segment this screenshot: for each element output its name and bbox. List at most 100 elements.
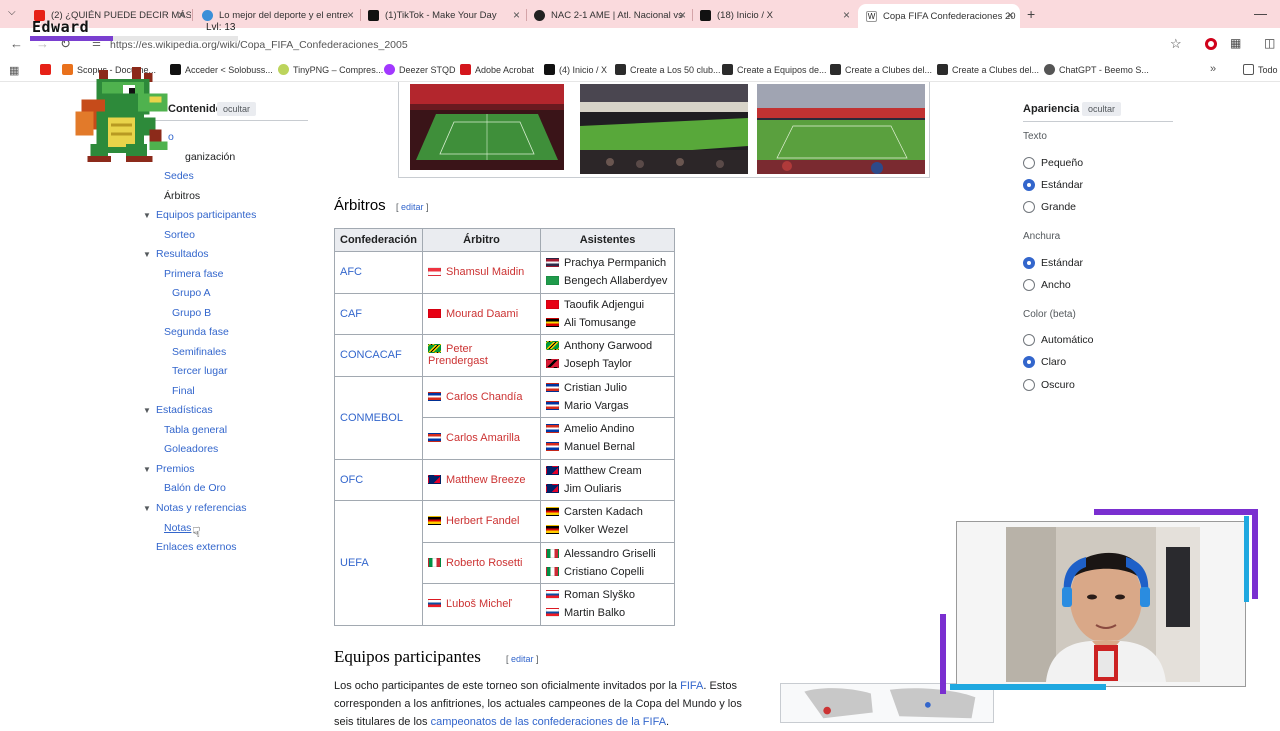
bookmark-create-1[interactable]: Create a Los 50 club...	[615, 64, 721, 75]
toc-item-resultados[interactable]: Resultados	[156, 248, 209, 260]
toc-item-balon-de-oro[interactable]: Balón de Oro	[164, 482, 226, 494]
edit-label[interactable]: editar	[511, 654, 534, 664]
radio-text-grande[interactable]: Grande	[1023, 200, 1076, 214]
side-panel-icon[interactable]: ◫	[1264, 36, 1275, 50]
assistant-name[interactable]: Bengech Allaberdyev	[564, 275, 667, 287]
referee-link[interactable]: Matthew Breeze	[446, 474, 525, 486]
toc-item-estadisticas[interactable]: Estadísticas	[156, 404, 213, 416]
radio-color-automatico[interactable]: Automático	[1023, 333, 1094, 347]
radio-dot[interactable]	[1023, 179, 1035, 191]
confederation-link[interactable]: CONCACAF	[340, 349, 402, 361]
toc-item-sedes[interactable]: Sedes	[164, 170, 194, 182]
new-tab-icon[interactable]: +	[1027, 6, 1035, 22]
edit-label[interactable]: editar	[401, 202, 424, 212]
stadium-image-3[interactable]	[757, 84, 925, 174]
confederation-link[interactable]: UEFA	[340, 557, 369, 569]
toc-item-sorteo[interactable]: Sorteo	[164, 229, 195, 241]
referee-link[interactable]: Carlos Amarilla	[446, 432, 520, 444]
toc-item-notas[interactable]: Notas	[164, 522, 191, 534]
chevron-down-icon[interactable]: ▼	[143, 465, 151, 474]
stadium-image-2[interactable]	[580, 84, 748, 174]
tab-nac[interactable]: NAC 2-1 AME | Atl. Nacional vs ×	[526, 4, 692, 26]
radio-dot[interactable]	[1023, 356, 1035, 368]
bookmark-deezer[interactable]: Deezer STQD	[384, 64, 456, 75]
edit-link-equipos[interactable]: [ editar ]	[506, 654, 539, 664]
assistant-name[interactable]: Joseph Taylor	[564, 358, 632, 370]
assistant-name[interactable]: Prachya Permpanich	[564, 257, 666, 269]
close-icon[interactable]: ×	[178, 8, 185, 22]
bookmark-chatgpt[interactable]: ChatGPT - Beemo S...	[1044, 64, 1149, 75]
toc-item-grupo-b[interactable]: Grupo B	[172, 307, 211, 319]
chevron-down-icon[interactable]: ▼	[143, 250, 151, 259]
referee-link[interactable]: Roberto Rosetti	[446, 557, 522, 569]
assistant-name[interactable]: Matthew Cream	[564, 465, 642, 477]
radio-dot[interactable]	[1023, 201, 1035, 213]
bookmark-folder[interactable]: Todo	[1243, 64, 1278, 75]
toc-item-goleadores[interactable]: Goleadores	[164, 443, 218, 455]
bookmark-solobuss[interactable]: Acceder < Solobuss...	[170, 64, 273, 75]
referee-link[interactable]: Mourad Daami	[446, 308, 518, 320]
assistant-name[interactable]: Ali Tomusange	[564, 317, 636, 329]
close-icon[interactable]: ×	[1007, 8, 1014, 22]
assistant-name[interactable]: Cristian Julio	[564, 382, 627, 394]
radio-text-estandar[interactable]: Estándar	[1023, 178, 1083, 192]
bookmark-create-2[interactable]: Create a Equipos de...	[722, 64, 827, 75]
toc-item-grupo-a[interactable]: Grupo A	[172, 287, 211, 299]
chevron-down-icon[interactable]: ▼	[143, 504, 151, 513]
referee-link[interactable]: Herbert Fandel	[446, 515, 519, 527]
assistant-name[interactable]: Volker Wezel	[564, 524, 628, 536]
bookmark-create-4[interactable]: Create a Clubes del...	[937, 64, 1039, 75]
toc-item-organizacion[interactable]: ganización	[185, 151, 235, 163]
radio-color-oscuro[interactable]: Oscuro	[1023, 378, 1075, 392]
confederation-link[interactable]: OFC	[340, 474, 363, 486]
assistant-name[interactable]: Cristiano Copelli	[564, 566, 644, 578]
radio-dot[interactable]	[1023, 379, 1035, 391]
chevron-down-icon[interactable]: ▼	[143, 406, 151, 415]
confederations-link[interactable]: campeonatos de las confederaciones de la…	[431, 716, 666, 728]
radio-width-estandar[interactable]: Estándar	[1023, 256, 1083, 270]
extensions-icon[interactable]: ▦	[1230, 36, 1241, 50]
toc-item-segunda-fase[interactable]: Segunda fase	[164, 326, 229, 338]
assistant-name[interactable]: Roman Slyško	[564, 589, 635, 601]
edit-link-arbitros[interactable]: [ editar ]	[396, 202, 429, 212]
toc-item-tabla-general[interactable]: Tabla general	[164, 424, 227, 436]
close-icon[interactable]: ×	[843, 8, 850, 22]
radio-dot[interactable]	[1023, 157, 1035, 169]
close-icon[interactable]: ×	[679, 8, 686, 22]
bookmark-x[interactable]: (4) Inicio / X	[544, 64, 607, 75]
toc-item-equipos[interactable]: Equipos participantes	[156, 209, 256, 221]
assistant-name[interactable]: Anthony Garwood	[564, 340, 652, 352]
bookmark-acrobat[interactable]: Adobe Acrobat	[460, 64, 534, 75]
toc-item-premios[interactable]: Premios	[156, 463, 195, 475]
close-icon[interactable]: ×	[347, 8, 354, 22]
assistant-name[interactable]: Alessandro Griselli	[564, 548, 656, 560]
toc-item-enlaces-externos[interactable]: Enlaces externos	[156, 541, 237, 553]
tab-search-chevron-icon[interactable]: ⌵	[8, 7, 16, 18]
radio-text-pequeno[interactable]: Pequeño	[1023, 156, 1083, 170]
more-bookmarks-icon[interactable]: »	[1210, 63, 1216, 75]
confederation-link[interactable]: AFC	[340, 266, 362, 278]
tab-tiktok[interactable]: (1)TikTok - Make Your Day ×	[360, 4, 526, 26]
tab-wikipedia[interactable]: W Copa FIFA Confederaciones 20 ×	[858, 4, 1020, 28]
close-icon[interactable]: ×	[513, 8, 520, 22]
referee-link[interactable]: Carlos Chandía	[446, 391, 522, 403]
toc-item-final[interactable]: Final	[172, 385, 195, 397]
toc-hide-button[interactable]: ocultar	[217, 102, 257, 116]
assistant-name[interactable]: Carsten Kadach	[564, 506, 643, 518]
assistant-name[interactable]: Manuel Bernal	[564, 441, 635, 453]
toc-item-arbitros[interactable]: Árbitros	[164, 190, 200, 202]
toc-item-semifinales[interactable]: Semifinales	[172, 346, 226, 358]
apps-grid-icon[interactable]: ▦	[9, 64, 19, 77]
bookmark-create-3[interactable]: Create a Clubes del...	[830, 64, 932, 75]
referee-link[interactable]: Ľuboš Micheľ	[446, 598, 512, 610]
back-icon[interactable]: ←	[10, 36, 23, 51]
bookmark-tinypng[interactable]: TinyPNG – Compres...	[278, 64, 383, 75]
chevron-down-icon[interactable]: ▼	[143, 211, 151, 220]
stadium-image-1[interactable]	[410, 84, 564, 170]
referee-link[interactable]: Shamsul Maidin	[446, 266, 524, 278]
radio-width-ancho[interactable]: Ancho	[1023, 278, 1071, 292]
bookmark-youtube[interactable]	[40, 64, 55, 75]
assistant-name[interactable]: Martin Balko	[564, 607, 625, 619]
confederation-link[interactable]: CONMEBOL	[340, 412, 403, 424]
assistant-name[interactable]: Amelio Andino	[564, 423, 634, 435]
